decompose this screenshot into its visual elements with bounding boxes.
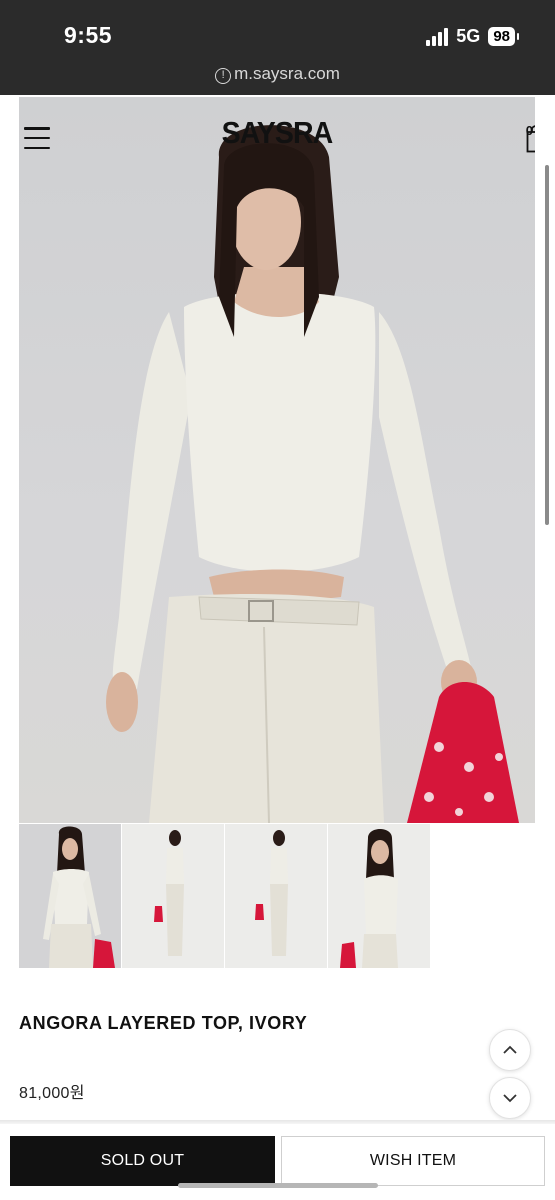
- product-title: ANGORA LAYERED TOP, IVORY: [19, 1013, 308, 1033]
- url-text: m.saysra.com: [234, 64, 340, 83]
- red-bag: [407, 682, 519, 823]
- thumbnail-3[interactable]: [225, 824, 327, 968]
- product-price: 81,000원: [19, 1085, 85, 1102]
- scroll-up-button[interactable]: [489, 1029, 531, 1071]
- wish-item-button[interactable]: WISH ITEM: [281, 1136, 545, 1186]
- url-bar[interactable]: ! m.saysra.com: [0, 64, 555, 84]
- signal-icon: [426, 27, 449, 46]
- status-indicators: 5G 98: [426, 26, 519, 47]
- cart-button[interactable]: 0: [526, 123, 535, 153]
- thumbnail-1[interactable]: [19, 824, 121, 968]
- brand-logo[interactable]: SAYSRA: [40, 115, 515, 151]
- battery-icon: 98: [488, 27, 519, 46]
- info-icon[interactable]: !: [215, 68, 232, 84]
- scroll-down-button[interactable]: [489, 1077, 531, 1119]
- chevron-down-icon: [503, 1094, 517, 1103]
- thumbnail-2[interactable]: [122, 824, 224, 968]
- thumbnail-4[interactable]: [328, 824, 430, 968]
- sold-out-button[interactable]: SOLD OUT: [10, 1136, 275, 1186]
- bottom-divider: [0, 1120, 555, 1124]
- shopping-bag-icon: [526, 125, 535, 153]
- home-indicator[interactable]: [178, 1183, 378, 1188]
- network-label: 5G: [456, 26, 481, 46]
- chevron-up-icon: [503, 1045, 517, 1054]
- status-time: 9:55: [64, 22, 113, 48]
- model-photo: [106, 125, 519, 823]
- product-main-image[interactable]: SAYSRA 0: [19, 97, 535, 823]
- browser-top-bar: 9:55 5G 98 ! m.saysra.com: [0, 0, 555, 95]
- page-scrollbar[interactable]: [545, 165, 549, 525]
- thumbnail-strip: [19, 824, 430, 968]
